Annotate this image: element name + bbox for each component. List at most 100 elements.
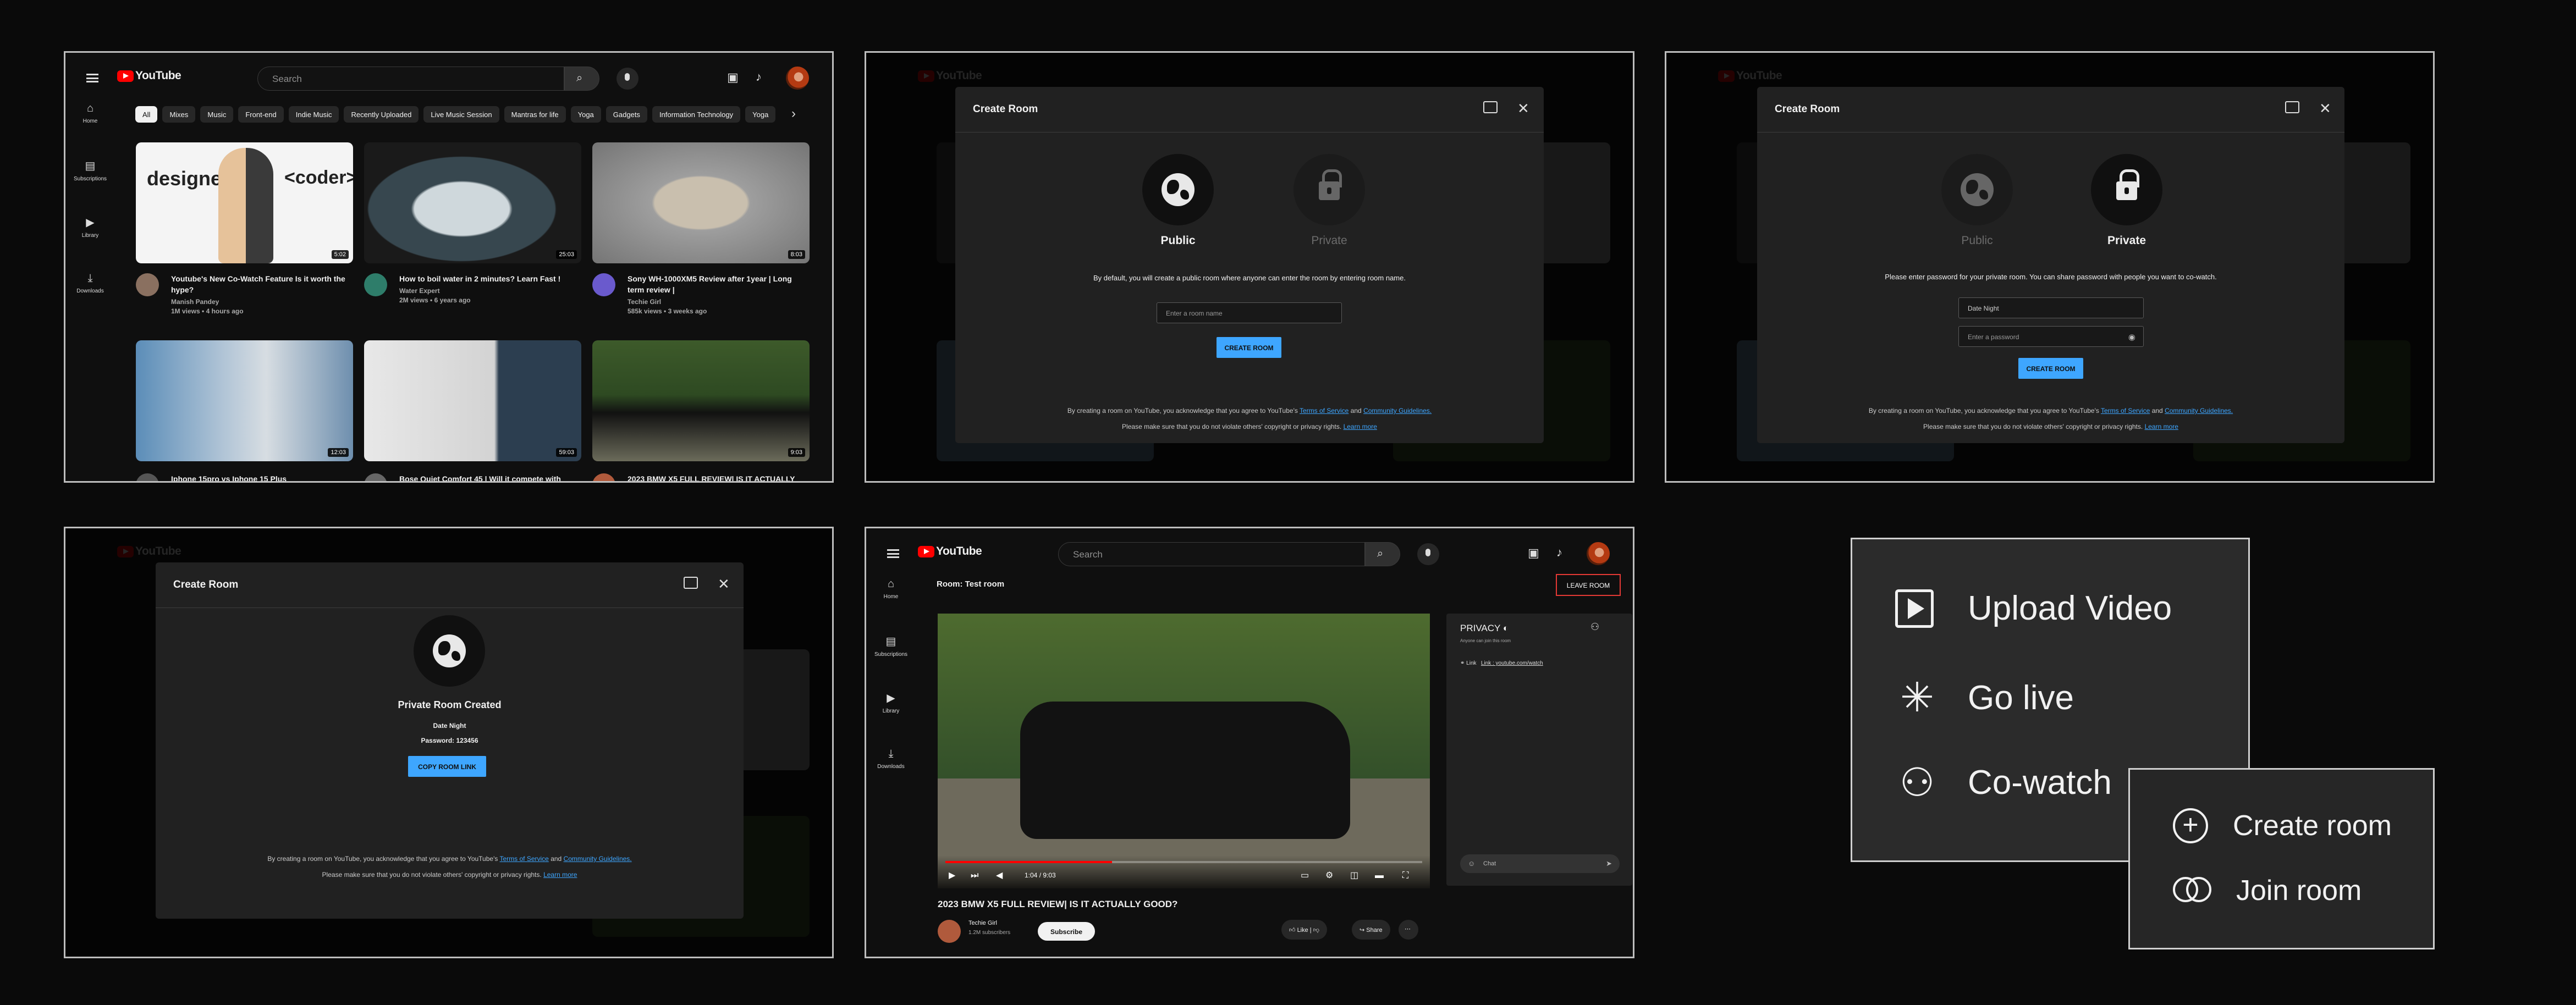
send-icon[interactable]: ➤ [1606, 859, 1612, 868]
create-room-button[interactable]: CREATE ROOM [2018, 358, 2083, 379]
menu-icon[interactable] [887, 549, 899, 558]
channel-name[interactable]: Manish Pandey [171, 297, 347, 307]
leave-room-button[interactable]: LEAVE ROOM [1556, 574, 1621, 596]
chip[interactable]: Gadgets [606, 106, 647, 123]
chip[interactable]: Mixes [162, 106, 196, 123]
public-option[interactable]: Public [1140, 154, 1217, 247]
video-title[interactable]: Iphone 15pro vs Iphone 15 Plus [171, 473, 347, 481]
channel-avatar[interactable] [592, 473, 615, 481]
close-icon[interactable]: ✕ [1517, 100, 1529, 117]
private-option[interactable]: Private [2088, 154, 2165, 247]
subscribe-button[interactable]: Subscribe [1038, 922, 1095, 941]
channel-avatar[interactable] [136, 473, 159, 481]
menu-icon[interactable] [86, 74, 98, 82]
play-icon[interactable]: ▶ [949, 870, 955, 881]
video-title[interactable]: Bose Quiet Comfort 45 | Will it compete … [399, 473, 575, 481]
video-thumbnail[interactable]: 59:03 [364, 340, 581, 461]
password-input[interactable]: Enter a password ◉ [1958, 326, 2144, 347]
join-room-item[interactable]: Join room [2173, 874, 2362, 907]
chip[interactable]: Information Technology [652, 106, 741, 123]
captions-icon[interactable]: ▭ [1301, 870, 1309, 881]
copy-room-link-button[interactable]: COPY ROOM LINK [408, 756, 486, 777]
video-title[interactable]: 2023 BMW X5 FULL REVIEW| IS IT ACTUALLY [628, 473, 803, 481]
feedback-icon[interactable] [2285, 101, 2299, 113]
add-person-icon[interactable]: ⚇ [1590, 622, 1599, 632]
more-button[interactable]: ⋯ [1399, 920, 1418, 940]
learn-more-link[interactable]: Learn more [2145, 423, 2178, 430]
chip[interactable]: Yoga [570, 106, 601, 123]
video-thumbnail[interactable]: 25:03 [364, 142, 581, 263]
guidelines-link[interactable]: Community Guidelines. [1363, 407, 1432, 415]
channel-avatar[interactable] [938, 920, 961, 943]
video-title[interactable]: How to boil water in 2 minutes? Learn Fa… [399, 273, 575, 305]
video-thumbnail[interactable]: 12:03 [136, 340, 353, 461]
room-name-input[interactable]: Date Night [1958, 297, 2144, 318]
progress-bar[interactable] [945, 861, 1422, 863]
go-live-item[interactable]: ✳︎ Go live [1895, 674, 2074, 721]
room-link[interactable]: ⚭ Link Link : youtube.com/watch [1460, 660, 1543, 666]
avatar[interactable] [786, 67, 809, 90]
rail-item-downloads[interactable]: ⤓ Downloads [65, 272, 115, 294]
upload-video-item[interactable]: Upload Video [1895, 589, 2172, 628]
video-title[interactable]: Youtube's New Co-Watch Feature Is it wor… [171, 273, 347, 316]
chip[interactable]: Music [200, 106, 234, 123]
bell-icon[interactable]: ♪ [1556, 546, 1562, 559]
terms-link[interactable]: Terms of Service [2101, 407, 2150, 415]
feedback-icon[interactable] [1483, 101, 1498, 113]
like-button[interactable]: 👍︎ Like | 👎︎ [1281, 920, 1327, 940]
video-card[interactable]: designer <coder> 5:02 Youtube's New Co-W… [136, 142, 353, 315]
video-card[interactable]: 9:03 2023 BMW X5 FULL REVIEW| IS IT ACTU… [592, 340, 810, 481]
video-thumbnail[interactable]: 8:03 [592, 142, 810, 263]
chip[interactable]: All [135, 106, 158, 123]
learn-more-link[interactable]: Learn more [543, 871, 577, 879]
channel-name[interactable]: Water Expert [399, 286, 575, 296]
video-thumbnail[interactable]: 9:03 [592, 340, 810, 461]
link-value[interactable]: Link : youtube.com/watch [1481, 660, 1543, 666]
co-watch-item[interactable]: ⚇ Co-watch [1895, 759, 2112, 805]
search-input[interactable]: Search [257, 67, 564, 91]
theater-icon[interactable]: ▬ [1375, 871, 1384, 881]
rail-item-subscriptions[interactable]: ▤ Subscriptions [866, 634, 916, 658]
emoji-icon[interactable]: ☺ [1468, 859, 1475, 868]
fullscreen-icon[interactable]: ⛶ [1402, 871, 1408, 881]
youtube-logo[interactable]: YouTube [117, 69, 181, 82]
rail-item-home[interactable]: ⌂ Home [65, 102, 115, 124]
share-button[interactable]: ↪ Share [1352, 920, 1390, 940]
chip[interactable]: Indie Music [288, 106, 339, 123]
create-video-icon[interactable]: ▣ [727, 71, 739, 84]
create-room-button[interactable]: CREATE ROOM [1217, 337, 1281, 358]
create-room-item[interactable]: + Create room [2173, 808, 2392, 843]
video-card[interactable]: 8:03 Sony WH-1000XM5 Review after 1year … [592, 142, 810, 315]
rail-item-downloads[interactable]: ⤓ Downloads [866, 748, 916, 770]
chip[interactable]: Live Music Session [423, 106, 499, 123]
guidelines-link[interactable]: Community Guidelines. [2165, 407, 2233, 415]
search-button[interactable]: ⌕ [564, 67, 599, 91]
video-card[interactable]: 59:03 Bose Quiet Comfort 45 | Will it co… [364, 340, 581, 481]
terms-link[interactable]: Terms of Service [500, 855, 549, 863]
volume-icon[interactable]: ◀ [996, 870, 1003, 881]
video-card[interactable]: 25:03 How to boil water in 2 minutes? Le… [364, 142, 581, 304]
public-option[interactable]: Public [1939, 154, 2016, 247]
learn-more-link[interactable]: Learn more [1344, 423, 1377, 430]
room-name-input[interactable]: Enter a room name [1157, 302, 1342, 323]
chip[interactable]: Mantras for life [504, 106, 566, 123]
settings-icon[interactable]: ⚙ [1325, 870, 1333, 881]
chip[interactable]: Recently Uploaded [344, 106, 419, 123]
channel-name[interactable]: Techie Girl [628, 297, 803, 307]
youtube-logo[interactable]: YouTube [918, 545, 982, 558]
terms-link[interactable]: Terms of Service [1300, 407, 1348, 415]
video-title[interactable]: Sony WH-1000XM5 Review after 1year | Lon… [628, 273, 803, 316]
mic-button[interactable] [617, 68, 639, 90]
chip[interactable]: Yoga [745, 106, 776, 123]
guidelines-link[interactable]: Community Guidelines. [564, 855, 632, 863]
miniplayer-icon[interactable]: ◫ [1350, 870, 1358, 881]
video-thumbnail[interactable]: designer <coder> 5:02 [136, 142, 353, 263]
search-button[interactable]: ⌕ [1365, 542, 1400, 566]
search-input[interactable]: Search [1058, 542, 1365, 566]
private-option[interactable]: Private [1291, 154, 1368, 247]
close-icon[interactable]: ✕ [718, 576, 730, 593]
rail-item-subscriptions[interactable]: ▤ Subscriptions [65, 159, 115, 182]
channel-avatar[interactable] [364, 273, 387, 296]
channel-avatar[interactable] [592, 273, 615, 296]
channel-avatar[interactable] [364, 473, 387, 481]
